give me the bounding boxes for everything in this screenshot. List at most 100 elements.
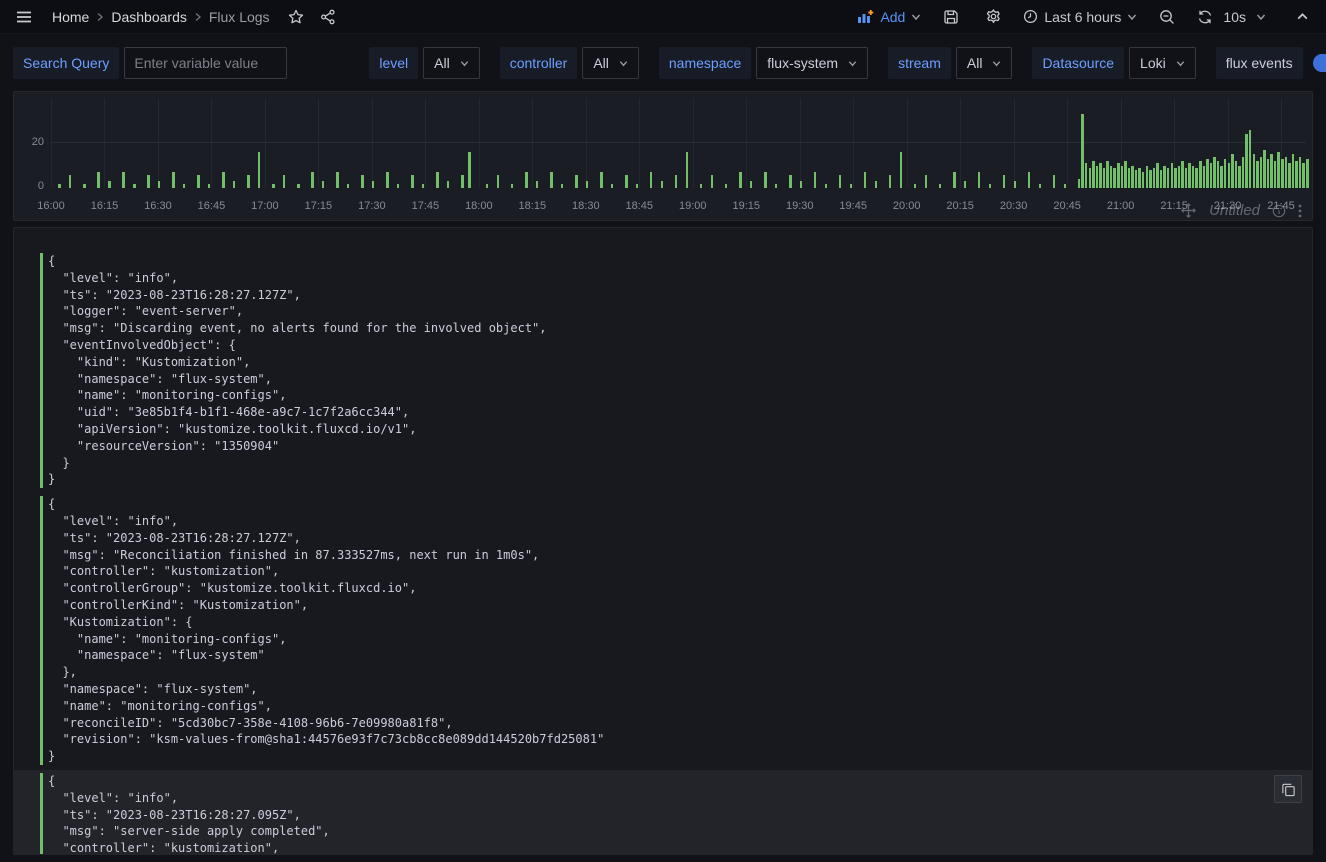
histogram-bar [1274, 161, 1277, 188]
histogram-bar [1096, 166, 1099, 189]
x-axis-tick-label: 16:30 [144, 200, 172, 212]
histogram-bar [711, 175, 714, 189]
histogram-bar [575, 175, 578, 189]
stream-label: stream [888, 47, 951, 79]
search-query-input[interactable] [124, 47, 287, 79]
log-list: { "level": "info", "ts": "2023-08-23T16:… [14, 250, 1312, 855]
histogram-bar [1224, 159, 1227, 188]
histogram-bar [611, 184, 614, 189]
zoom-out-time-button[interactable] [1153, 3, 1181, 31]
refresh-dashboard-button[interactable]: 10s [1195, 3, 1268, 31]
histogram-bar [939, 184, 942, 189]
log-json-text: { "level": "info", "ts": "2023-08-23T16:… [48, 253, 547, 488]
log-row[interactable]: { "level": "info", "ts": "2023-08-23T16:… [14, 250, 1312, 491]
log-row[interactable]: { "level": "info", "ts": "2023-08-23T16:… [14, 493, 1312, 768]
histogram-bar [1085, 163, 1088, 188]
favorite-star-button[interactable] [282, 3, 310, 31]
histogram-bar [953, 172, 956, 188]
namespace-select[interactable]: flux-system [756, 47, 868, 79]
histogram-bar [1260, 157, 1263, 189]
chevron-down-icon [992, 59, 1001, 68]
histogram-bar [1220, 166, 1223, 189]
chart-plot-area[interactable]: 20 0 [51, 98, 1306, 188]
histogram-bar [1167, 168, 1170, 188]
x-axis-tick-label: 19:00 [679, 200, 707, 212]
x-axis-tick-label: 19:30 [786, 200, 814, 212]
histogram-bar [322, 181, 325, 188]
breadcrumb-current-flux-logs: Flux Logs [209, 9, 270, 25]
time-range-picker[interactable]: Last 6 hours [1021, 3, 1139, 31]
top-navbar: Home Dashboards Flux Logs Add [0, 0, 1326, 34]
histogram-bar [1188, 163, 1191, 188]
histogram-bar [550, 172, 553, 188]
histogram-bar [536, 181, 539, 188]
level-select[interactable]: All [423, 47, 480, 79]
histogram-bar [486, 184, 489, 189]
histogram-bar [1299, 157, 1302, 189]
flux-events-toggle[interactable] [1313, 54, 1326, 72]
chevron-right-icon [193, 12, 203, 22]
x-axis-tick-label: 20:30 [1000, 200, 1028, 212]
histogram-bar [272, 184, 275, 189]
stream-select[interactable]: All [956, 47, 1013, 79]
vertical-gridline [1228, 98, 1229, 188]
histogram-bar [69, 175, 72, 189]
histogram-bar [700, 184, 703, 189]
x-axis-tick-label: 18:45 [626, 200, 654, 212]
vertical-gridline [800, 98, 801, 188]
histogram-bar [889, 175, 892, 189]
histogram-bar [1267, 159, 1270, 188]
histogram-bar [625, 175, 628, 189]
clock-icon [1023, 9, 1038, 24]
panel-menu-icon[interactable] [1298, 204, 1302, 218]
histogram-bar [814, 172, 817, 188]
histogram-bar [1138, 168, 1141, 188]
add-panel-icon [856, 9, 874, 25]
x-axis-tick-label: 18:00 [465, 200, 493, 212]
kiosk-mode-button[interactable] [1288, 3, 1316, 31]
histogram-bar [1156, 163, 1159, 188]
breadcrumb-dashboards[interactable]: Dashboards [111, 9, 187, 25]
info-icon[interactable] [1272, 204, 1286, 218]
menu-button[interactable] [10, 3, 38, 31]
flux-events-label: flux events [1216, 47, 1303, 79]
log-level-indicator [40, 253, 43, 488]
histogram-bar [1256, 161, 1259, 188]
histogram-bar [1146, 166, 1149, 189]
histogram-bar [233, 181, 236, 188]
namespace-variable: namespace flux-system [659, 47, 868, 79]
copy-log-button[interactable] [1274, 775, 1302, 803]
save-dashboard-button[interactable] [937, 3, 965, 31]
add-button[interactable]: Add [854, 3, 923, 31]
histogram-bar [775, 184, 778, 189]
histogram-bar [1235, 161, 1238, 188]
controller-label: controller [500, 47, 578, 79]
share-icon [320, 9, 336, 25]
histogram-bar [386, 172, 389, 188]
histogram-bar [1178, 166, 1181, 189]
chevron-right-icon [95, 12, 105, 22]
histogram-bar [1306, 159, 1309, 188]
log-volume-panel[interactable]: 20 0 16:0016:1516:3016:4517:0017:1517:30… [13, 91, 1313, 221]
histogram-bar [1131, 166, 1134, 189]
log-row[interactable]: { "level": "info", "ts": "2023-08-23T16:… [14, 770, 1312, 855]
search-query-variable: Search Query [13, 47, 287, 79]
vertical-gridline [586, 98, 587, 188]
histogram-bar [1249, 130, 1252, 189]
breadcrumb-home[interactable]: Home [52, 9, 89, 25]
save-icon [943, 9, 959, 25]
chevron-down-icon [911, 12, 921, 22]
dashboard-settings-button[interactable] [979, 3, 1007, 31]
histogram-bar [1245, 134, 1248, 188]
histogram-bar [750, 181, 753, 188]
x-axis-tick-label: 16:00 [37, 200, 65, 212]
histogram-bar [1110, 166, 1113, 189]
move-panel-handle[interactable] [1180, 202, 1197, 219]
share-button[interactable] [314, 3, 342, 31]
vertical-gridline [853, 98, 854, 188]
histogram-bar [964, 181, 967, 188]
level-label: level [369, 47, 418, 79]
controller-select[interactable]: All [582, 47, 639, 79]
histogram-bar [122, 172, 125, 188]
datasource-select[interactable]: Loki [1129, 47, 1196, 79]
